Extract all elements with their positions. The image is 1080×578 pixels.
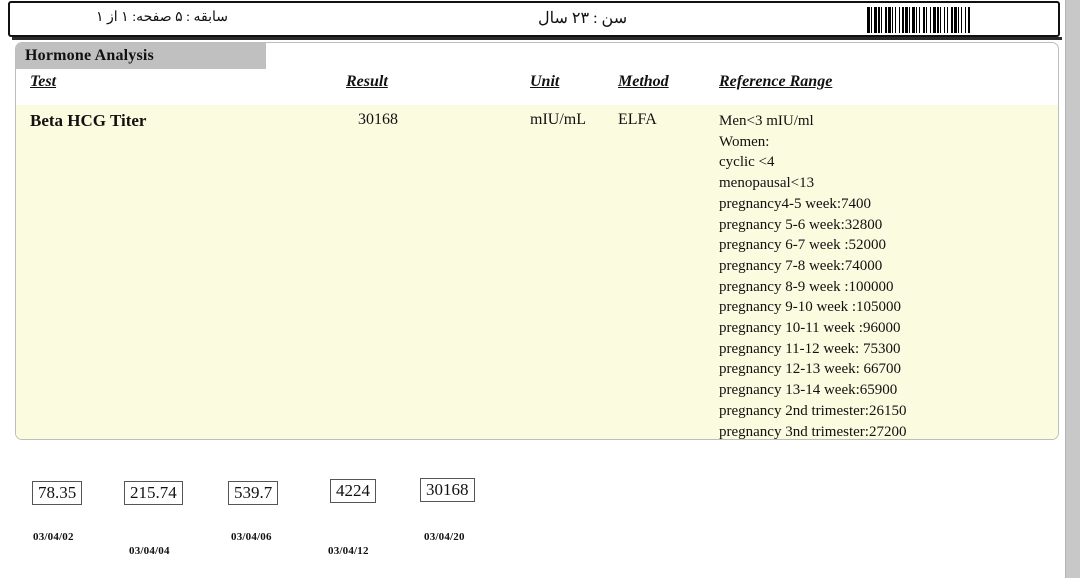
reference-range-line: Women:	[719, 133, 770, 150]
chart-value-label: 4224	[330, 479, 376, 503]
reference-range-line: pregnancy 9-10 week :105000	[719, 299, 902, 316]
column-header-reference: Reference Range	[719, 73, 833, 90]
report-header-bar: سابقه : ۵ صفحه: ۱ از ۱ سن : ۲۳ سال	[8, 1, 1060, 37]
chart-date-label: 03/04/04	[129, 545, 170, 557]
section-title: Hormone Analysis	[25, 47, 154, 64]
cell-test-name: Beta HCG Titer	[30, 111, 147, 130]
patient-age-info: سن : ۲۳ سال	[538, 10, 628, 27]
column-header-result: Result	[346, 73, 388, 90]
chart-date-label: 03/04/12	[328, 545, 369, 557]
chart-value-label: 30168	[420, 478, 475, 502]
section-title-band: Hormone Analysis	[16, 43, 266, 69]
reference-range-line: cyclic <4	[719, 154, 775, 171]
column-header-test: Test	[30, 73, 57, 90]
vertical-scrollbar[interactable]	[1065, 0, 1080, 578]
chart-date-label: 03/04/02	[33, 531, 74, 543]
table-column-headers: Test Result Unit Method Reference Range	[16, 73, 1058, 103]
reference-range-line: pregnancy 10-11 week :96000	[719, 320, 901, 337]
records-page-info: سابقه : ۵ صفحه: ۱ از ۱	[95, 10, 228, 25]
reference-range-line: pregnancy4-5 week:7400	[719, 195, 872, 212]
chart-date-label: 03/04/20	[424, 531, 465, 543]
beta-hcg-trend-chart: Beta HCG Titer 78.3503/04/02215.7403/04/…	[0, 444, 1065, 578]
reference-range-line: pregnancy 8-9 week :100000	[719, 278, 894, 295]
hormone-analysis-panel: Hormone Analysis Test Result Unit Method Ref…	[15, 42, 1059, 440]
reference-range-line: pregnancy 5-6 week:32800	[719, 216, 883, 233]
reference-range-line: pregnancy 6-7 week :52000	[719, 237, 887, 254]
cell-reference-range: Men<3 mIU/ml Women: cyclic <4 menopausal<13…	[719, 111, 1049, 440]
cell-result: 30168	[358, 111, 398, 128]
column-header-unit: Unit	[530, 73, 560, 90]
reference-range-line: menopausal<13	[719, 175, 815, 192]
reference-range-line: pregnancy 7-8 week:74000	[719, 257, 883, 274]
lab-report-page: سابقه : ۵ صفحه: ۱ از ۱ سن : ۲۳ سال Hormo…	[0, 0, 1080, 578]
chart-date-label: 03/04/06	[231, 531, 272, 543]
cell-method: ELFA	[618, 111, 657, 128]
reference-range-line: pregnancy 11-12 week: 75300	[719, 340, 901, 357]
header-shadow	[12, 37, 1062, 40]
reference-range-line: pregnancy 12-13 week: 66700	[719, 361, 902, 378]
reference-range-line: Men<3 mIU/ml	[719, 113, 814, 129]
reference-range-line: pregnancy 3nd trimester:27200	[719, 423, 907, 440]
cell-unit: mIU/mL	[530, 111, 586, 128]
chart-value-label: 539.7	[228, 481, 279, 505]
chart-value-label: 215.74	[124, 481, 183, 505]
table-row: Beta HCG Titer 30168 mIU/mL ELFA Men<3 m…	[16, 105, 1058, 440]
chart-value-label: 78.35	[32, 481, 83, 505]
column-header-method: Method	[618, 73, 669, 90]
reference-range-line: pregnancy 13-14 week:65900	[719, 382, 898, 399]
patient-barcode	[867, 7, 1019, 33]
reference-range-line: pregnancy 2nd trimester:26150	[719, 402, 907, 419]
